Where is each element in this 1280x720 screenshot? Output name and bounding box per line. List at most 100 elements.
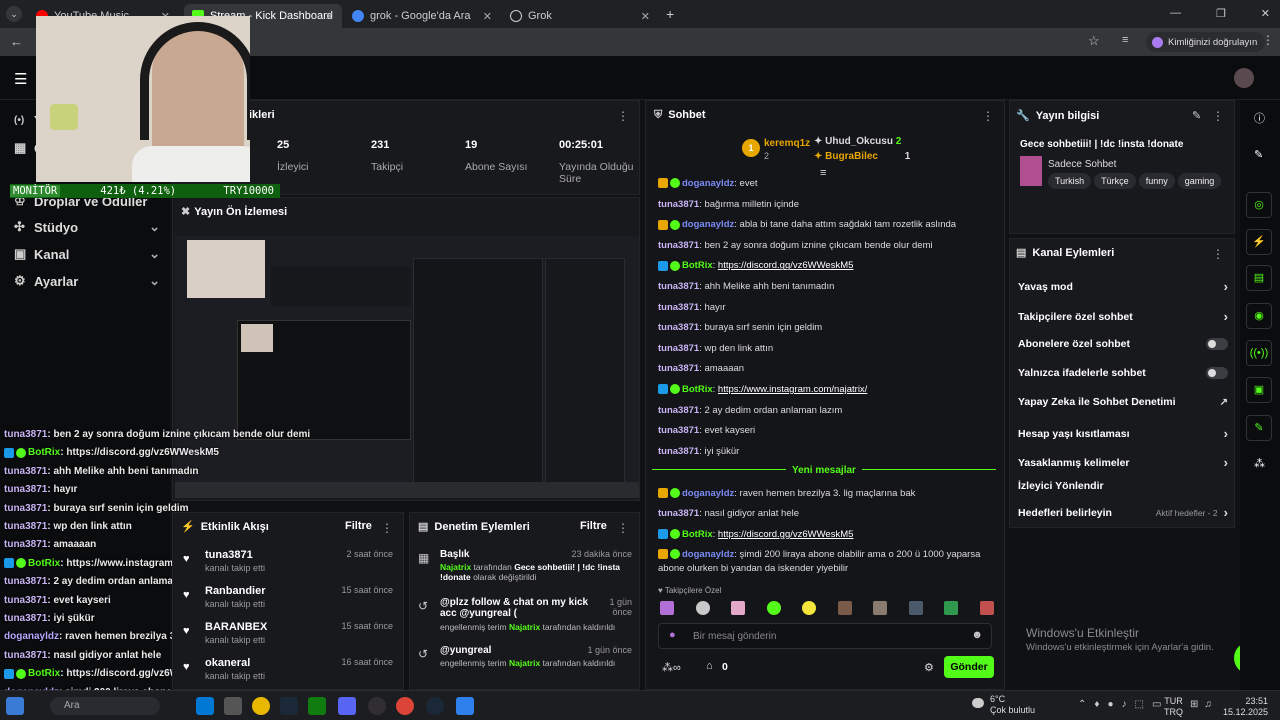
layout-icon[interactable]: ▣ xyxy=(1246,377,1272,403)
new-tab-button[interactable]: + xyxy=(666,6,674,22)
minimize-icon[interactable]: — xyxy=(1170,7,1181,20)
window-controls[interactable]: — ❐ ✕ xyxy=(1170,7,1270,20)
chat-username[interactable]: tuna3871 xyxy=(658,322,699,333)
taskbar-app-icon[interactable] xyxy=(456,697,474,715)
channel-action-item[interactable]: Yavaş mod › xyxy=(1018,279,1228,294)
clock[interactable]: 23:51 15.12.2025 xyxy=(1222,696,1268,718)
emote-icon[interactable] xyxy=(802,601,817,615)
reading-list-icon[interactable]: ≡ xyxy=(1122,34,1128,46)
tray-icons[interactable]: ⌃♦●♪⬚▭ xyxy=(1078,699,1169,710)
emote-icon[interactable] xyxy=(873,601,888,615)
channel-action-item[interactable]: Abonelere özel sohbet xyxy=(1018,338,1228,350)
steam-icon[interactable] xyxy=(426,697,444,715)
hamburger-menu-icon[interactable]: ☰ xyxy=(14,70,27,88)
emote-icon[interactable] xyxy=(944,601,959,615)
chat-username[interactable]: tuna3871 xyxy=(658,405,699,416)
edit-pencil-icon[interactable]: ✎ xyxy=(1254,148,1263,161)
stream-preview-video[interactable] xyxy=(175,236,639,498)
chat-username[interactable]: tuna3871 xyxy=(658,343,699,354)
sidebar-item-studio[interactable]: ✣ Stüdyo ⌄ xyxy=(14,219,160,235)
bookmark-star-icon[interactable]: ☆ xyxy=(1088,33,1100,49)
more-options-icon[interactable]: ⋮ xyxy=(617,521,629,535)
chat-link[interactable]: https://discord.gg/vz6WWeskM5 xyxy=(718,529,854,540)
taskbar-search[interactable]: Ara xyxy=(50,697,160,715)
user-avatar[interactable] xyxy=(1234,68,1254,88)
chat-username[interactable]: BotRix xyxy=(682,529,713,540)
apps-icon[interactable]: ⁂ xyxy=(1254,457,1265,470)
moderation-filter-button[interactable]: Filtre xyxy=(580,520,607,532)
chat-username[interactable]: doganayldz xyxy=(682,549,734,560)
more-options-icon[interactable]: ⋮ xyxy=(1262,33,1274,47)
bolt-icon[interactable]: ⚡ xyxy=(1246,229,1272,255)
sidebar-item-channel[interactable]: ▣ Kanal ⌄ xyxy=(14,246,160,262)
channel-action-item[interactable]: Yalnızca ifadelerle sohbet xyxy=(1018,367,1228,379)
emote-icon[interactable] xyxy=(766,601,781,615)
emoji-icon[interactable]: ☻ xyxy=(971,629,983,641)
emote-icon[interactable] xyxy=(908,601,923,615)
microphone-icon[interactable]: ● xyxy=(669,629,676,641)
chat-username[interactable]: tuna3871 xyxy=(658,363,699,374)
chat-link[interactable]: https://discord.gg/vz6WWeskM5 xyxy=(718,260,854,271)
close-icon[interactable]: ✕ xyxy=(325,10,334,23)
activity-filter-button[interactable]: Filtre xyxy=(345,520,372,532)
chat-username[interactable]: tuna3871 xyxy=(658,302,699,313)
channel-action-item[interactable]: Hedefleri belirleyin Aktif hedefler - 2 › xyxy=(1018,505,1228,520)
steam-icon[interactable] xyxy=(280,697,298,715)
chat-username[interactable]: tuna3871 xyxy=(658,508,699,519)
tab-grok[interactable]: Grok ✕ xyxy=(502,4,658,28)
chat-username[interactable]: tuna3871 xyxy=(658,425,699,436)
close-icon[interactable]: ✕ xyxy=(641,10,650,23)
edit-icon[interactable]: ✎ xyxy=(1192,109,1201,122)
toggle-switch[interactable] xyxy=(1206,338,1228,350)
emote-icon[interactable] xyxy=(979,601,994,615)
document-icon[interactable]: ▤ xyxy=(1246,265,1272,291)
chat-username[interactable]: doganayldz xyxy=(682,488,734,499)
chat-input[interactable]: ● Bir mesaj gönderin ☻ xyxy=(658,623,992,649)
verify-identity-button[interactable]: Kimliğinizi doğrulayın xyxy=(1146,32,1266,52)
discord-icon[interactable] xyxy=(338,697,356,715)
emote-icon[interactable] xyxy=(837,601,852,615)
maximize-icon[interactable]: ❐ xyxy=(1216,7,1226,20)
channel-action-item[interactable]: İzleyici Yönlendir xyxy=(1018,480,1228,492)
language-indicator[interactable]: TUR TRQ xyxy=(1164,696,1183,718)
more-options-icon[interactable]: ⋮ xyxy=(1212,109,1224,123)
more-options-icon[interactable]: ⋮ xyxy=(1212,247,1224,261)
chat-username[interactable]: doganayldz xyxy=(682,219,734,230)
more-options-icon[interactable]: ⋮ xyxy=(617,109,629,123)
chat-username[interactable]: tuna3871 xyxy=(658,446,699,457)
more-options-icon[interactable]: ⋮ xyxy=(982,109,994,123)
chrome-icon[interactable] xyxy=(396,697,414,715)
toggle-switch[interactable] xyxy=(1206,367,1228,379)
close-icon[interactable]: ✕ xyxy=(483,10,492,23)
sidebar-item-settings[interactable]: ⚙ Ayarlar ⌄ xyxy=(14,273,160,289)
broadcast-icon[interactable]: ((•)) xyxy=(1246,340,1272,366)
tools-icon[interactable]: ✎ xyxy=(1246,415,1272,441)
obs-icon[interactable] xyxy=(368,697,386,715)
chrome-icon[interactable] xyxy=(252,697,270,715)
back-icon[interactable]: ← xyxy=(10,34,23,49)
chat-settings-icon[interactable]: ⚙ xyxy=(924,661,934,674)
chat-username[interactable]: BotRix xyxy=(682,384,713,395)
windows-start-icon[interactable] xyxy=(6,697,24,715)
chat-tools-icon[interactable]: ⁂∞ xyxy=(662,661,681,674)
chat-username[interactable]: doganayldz xyxy=(682,178,734,189)
emote-icon[interactable] xyxy=(731,601,746,615)
channel-action-item[interactable]: Yapay Zeka ile Sohbet Denetimi ↗ xyxy=(1018,396,1228,408)
screenshot-icon[interactable]: ◎ xyxy=(1246,192,1272,218)
taskbar-app-icon[interactable] xyxy=(196,697,214,715)
tray-icons-2[interactable]: ⊞♫ xyxy=(1190,699,1218,710)
tab-list-button[interactable]: ⌄ xyxy=(6,6,22,22)
chat-bubble-icon[interactable]: ◉ xyxy=(1246,303,1272,329)
emote-icon[interactable] xyxy=(695,601,710,615)
chat-username[interactable]: BotRix xyxy=(682,260,713,271)
chat-username[interactable]: tuna3871 xyxy=(658,240,699,251)
chat-username[interactable]: tuna3871 xyxy=(658,281,699,292)
more-options-icon[interactable]: ⋮ xyxy=(381,521,393,535)
close-window-icon[interactable]: ✕ xyxy=(1261,7,1270,20)
info-icon[interactable]: ⓘ xyxy=(1254,110,1265,126)
chat-username[interactable]: tuna3871 xyxy=(658,199,699,210)
channel-action-item[interactable]: Takipçilere özel sohbet › xyxy=(1018,309,1228,324)
tab-google-search[interactable]: grok - Google'da Ara ✕ xyxy=(344,4,500,28)
emote-icon[interactable] xyxy=(660,601,674,615)
send-button[interactable]: Gönder xyxy=(944,656,994,678)
